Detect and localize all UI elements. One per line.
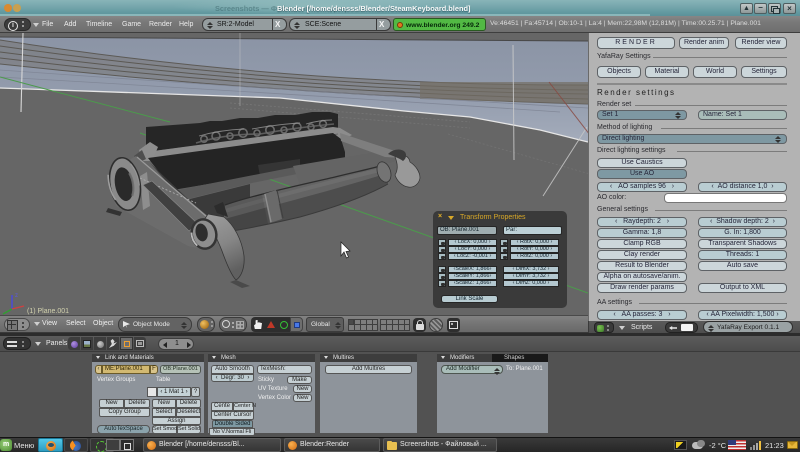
svg-text:(1) Plane.001: (1) Plane.001 bbox=[27, 308, 69, 315]
svg-text:z: z bbox=[15, 293, 18, 299]
